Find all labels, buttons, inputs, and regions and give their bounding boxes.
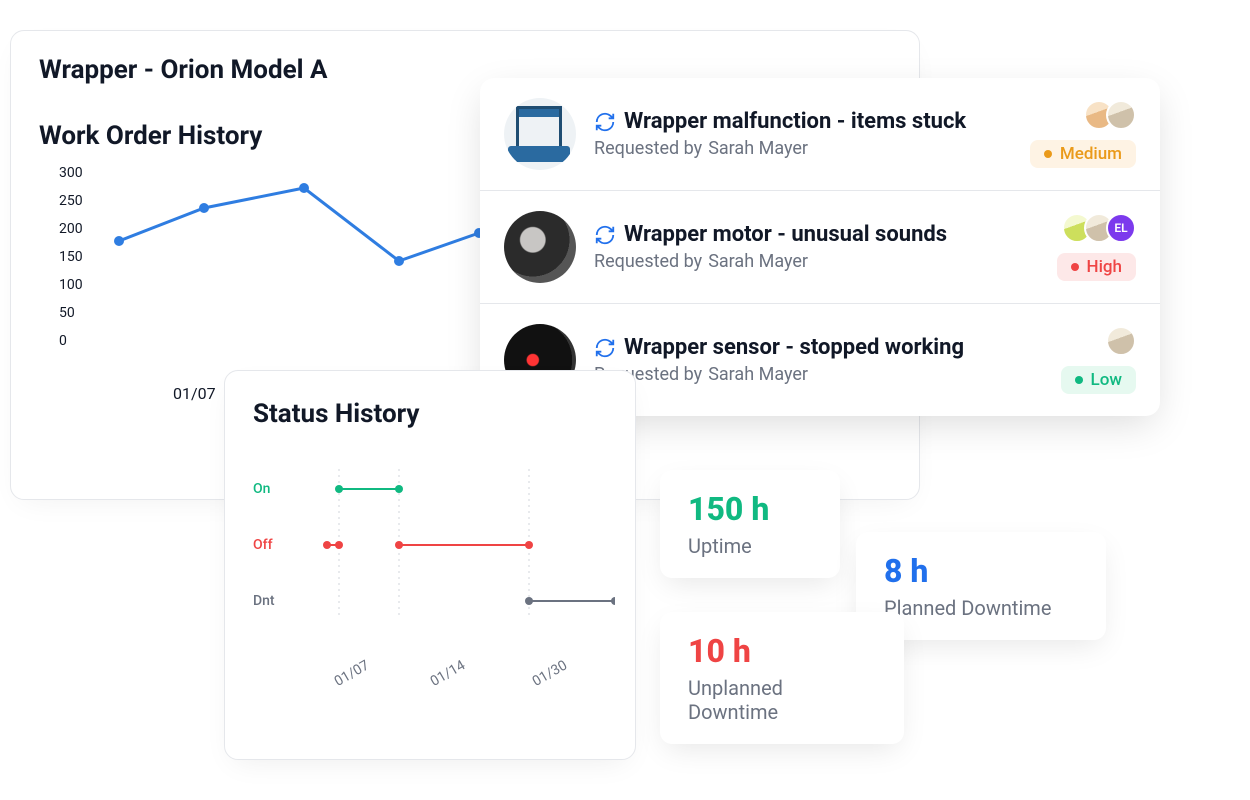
refresh-icon xyxy=(594,111,616,133)
status-history-card: Status History On Off Dnt 01/07 xyxy=(224,370,636,760)
ticket-title: Wrapper sensor - stopped working xyxy=(624,335,964,360)
status-row-label-on: On xyxy=(253,481,270,497)
avatar-stack xyxy=(1106,326,1136,356)
priority-badge: Medium xyxy=(1030,140,1136,168)
metric-value: 8 h xyxy=(884,552,1078,590)
y-tick: 250 xyxy=(59,193,83,209)
status-dot-icon xyxy=(1044,150,1052,158)
ticket-thumbnail xyxy=(504,211,576,283)
y-tick: 300 xyxy=(59,165,83,181)
metric-uptime: 150 h Uptime xyxy=(660,470,840,578)
y-tick: 150 xyxy=(59,249,83,265)
status-row-label-dnt: Dnt xyxy=(253,593,275,609)
ticket-row[interactable]: Wrapper motor - unusual sounds Requested… xyxy=(480,191,1160,304)
avatar xyxy=(1106,100,1136,130)
metric-label: Uptime xyxy=(688,534,812,558)
y-tick: 100 xyxy=(59,277,83,293)
status-dot-icon xyxy=(1071,263,1079,271)
ticket-row[interactable]: Wrapper malfunction - items stuck Reques… xyxy=(480,78,1160,191)
y-tick: 50 xyxy=(59,305,75,321)
status-x-tick: 01/07 xyxy=(332,657,372,689)
avatar-stack xyxy=(1084,100,1136,130)
status-x-tick: 01/30 xyxy=(530,657,570,689)
metric-label: Planned Downtime xyxy=(884,596,1078,620)
status-x-tick: 01/14 xyxy=(428,657,468,689)
refresh-icon xyxy=(594,224,616,246)
tickets-card: Wrapper malfunction - items stuck Reques… xyxy=(480,78,1160,416)
y-tick: 200 xyxy=(59,221,83,237)
avatar: EL xyxy=(1106,213,1136,243)
x-tick: 01/07 xyxy=(173,384,216,403)
ticket-title: Wrapper malfunction - items stuck xyxy=(624,109,966,134)
ticket-subtitle: Requested by Sarah Mayer xyxy=(594,364,1043,385)
status-timeline-svg xyxy=(299,469,615,649)
metric-value: 150 h xyxy=(688,490,812,528)
ticket-title: Wrapper motor - unusual sounds xyxy=(624,222,947,247)
refresh-icon xyxy=(594,337,616,359)
status-history-chart: On Off Dnt 01/07 01/14 01/30 xyxy=(253,469,607,689)
ticket-body: Wrapper motor - unusual sounds Requested… xyxy=(594,222,1039,272)
status-dot-icon xyxy=(1075,376,1083,384)
ticket-body: Wrapper malfunction - items stuck Reques… xyxy=(594,109,1012,159)
avatar-stack: EL xyxy=(1062,213,1136,243)
avatar xyxy=(1106,326,1136,356)
metric-label: Unplanned Downtime xyxy=(688,676,876,724)
y-tick: 0 xyxy=(59,333,67,349)
priority-badge: Low xyxy=(1061,366,1136,394)
ticket-body: Wrapper sensor - stopped working Request… xyxy=(594,335,1043,385)
ticket-subtitle: Requested by Sarah Mayer xyxy=(594,251,1039,272)
metric-unplanned-downtime: 10 h Unplanned Downtime xyxy=(660,612,904,744)
status-row-label-off: Off xyxy=(253,537,273,553)
ticket-subtitle: Requested by Sarah Mayer xyxy=(594,138,1012,159)
metric-value: 10 h xyxy=(688,632,876,670)
status-history-title: Status History xyxy=(253,399,607,429)
priority-badge: High xyxy=(1057,253,1136,281)
ticket-thumbnail xyxy=(504,98,576,170)
